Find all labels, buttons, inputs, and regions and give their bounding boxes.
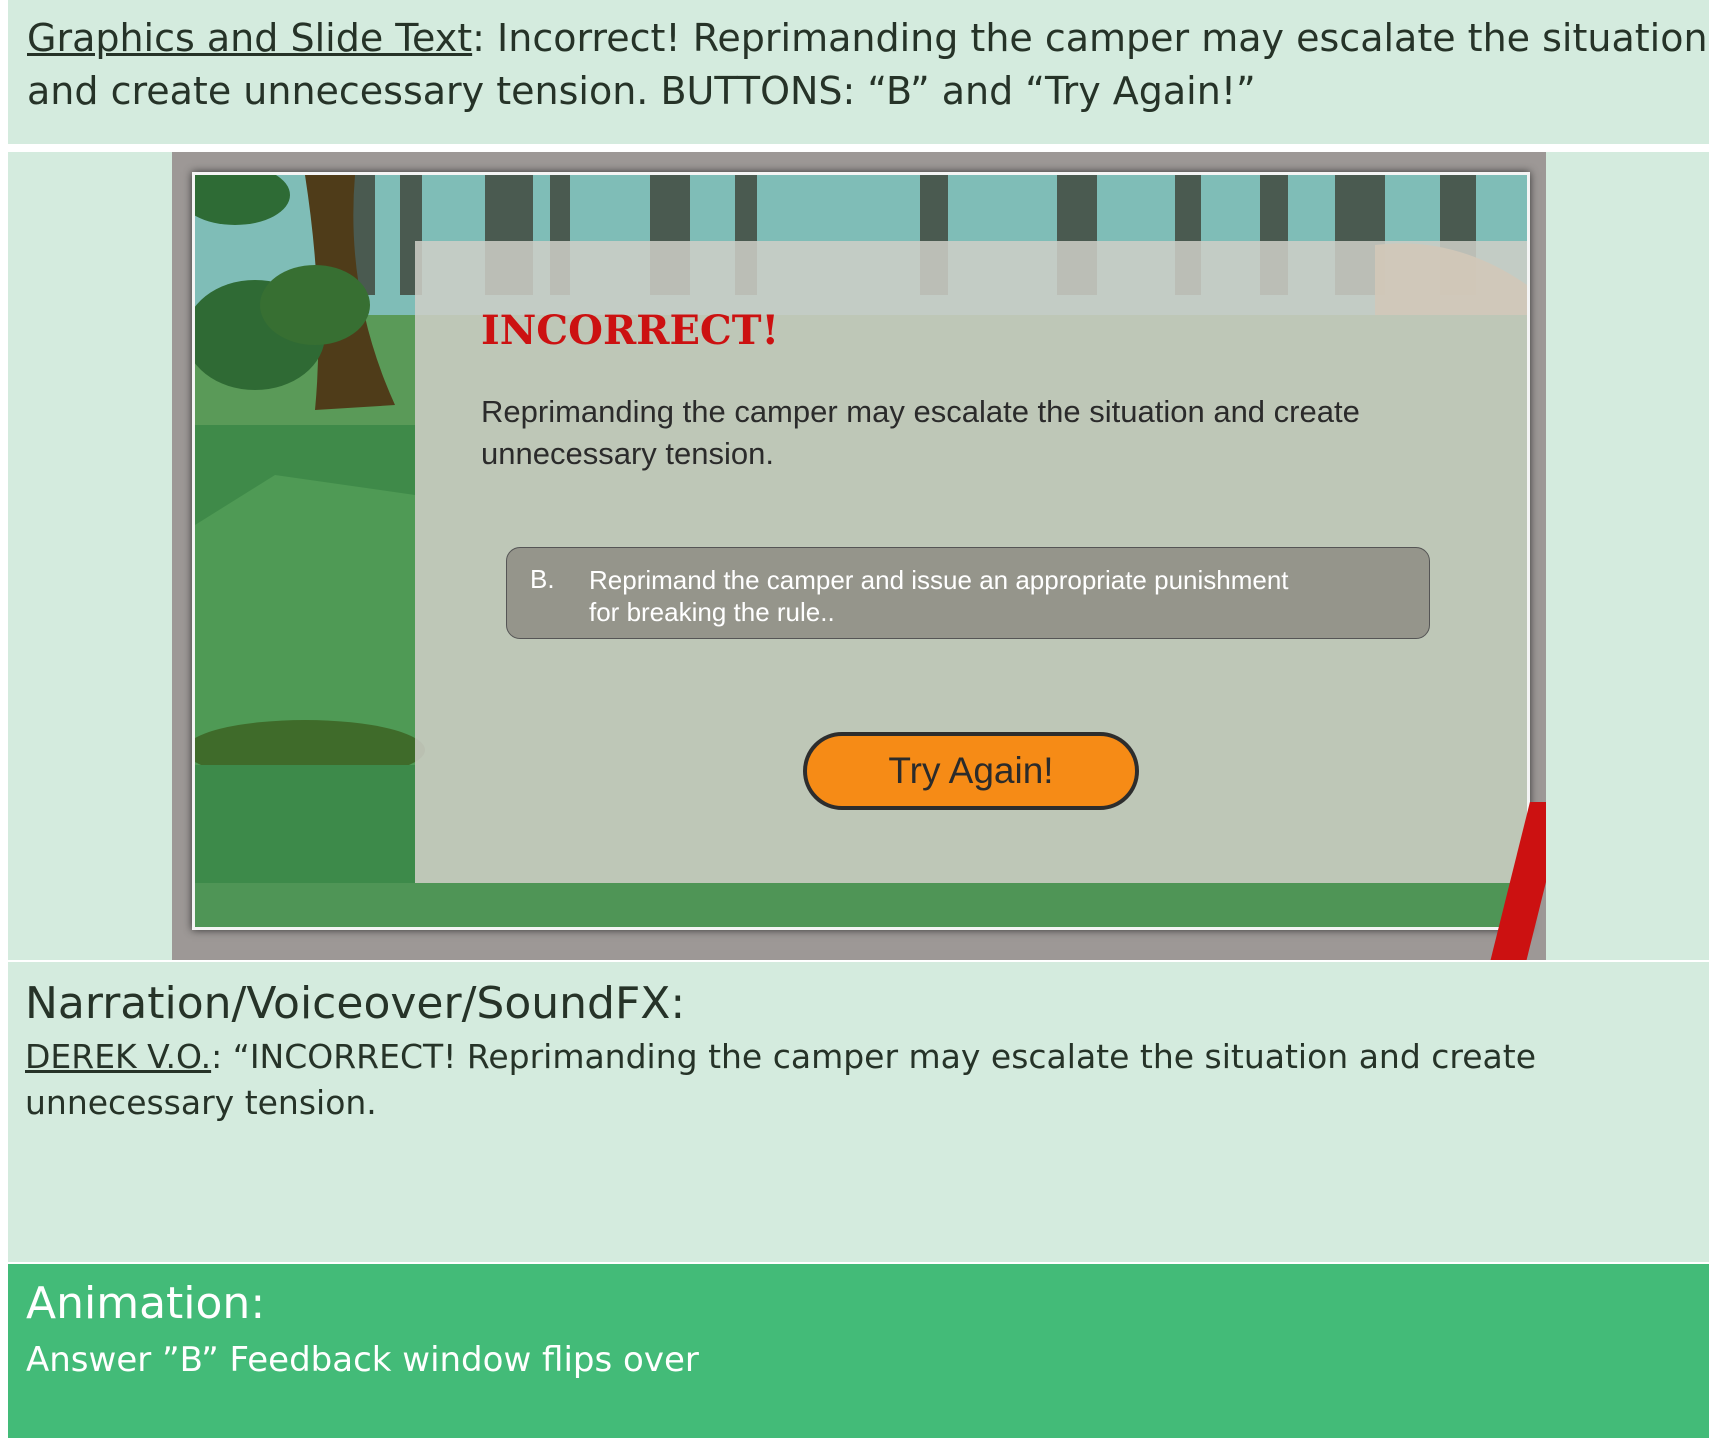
try-again-button[interactable]: Try Again!	[803, 732, 1139, 810]
graphics-section: Graphics and Slide Text: Incorrect! Repr…	[8, 0, 1709, 144]
narration-section: Narration/Voiceover/SoundFX: DEREK V.O.:…	[8, 962, 1709, 1262]
feedback-panel: INCORRECT! Reprimanding the camper may e…	[415, 241, 1527, 883]
animation-header: Animation:	[26, 1278, 266, 1329]
feedback-title: INCORRECT!	[481, 307, 780, 354]
narration-text: DEREK V.O.: “INCORRECT! Reprimanding the…	[25, 1034, 1709, 1126]
narration-header: Narration/Voiceover/SoundFX:	[25, 978, 686, 1029]
answer-b-option[interactable]: B. Reprimand the camper and issue an app…	[506, 547, 1430, 639]
narration-colon: :	[211, 1037, 223, 1076]
answer-letter: B.	[530, 564, 555, 594]
answer-text: Reprimand the camper and issue an approp…	[589, 565, 1289, 627]
slide-screenshot: INCORRECT! Reprimanding the camper may e…	[172, 152, 1546, 960]
animation-text: Answer ”B” Feedback window flips over	[26, 1340, 699, 1380]
graphics-colon: :	[472, 16, 485, 60]
slide-frame: INCORRECT! Reprimanding the camper may e…	[192, 172, 1530, 930]
animation-section: Animation: Answer ”B” Feedback window fl…	[8, 1264, 1709, 1438]
graphics-header: Graphics and Slide Text	[27, 16, 473, 60]
graphics-text: Graphics and Slide Text: Incorrect! Repr…	[27, 12, 1709, 118]
narration-speaker: DEREK V.O.	[25, 1037, 212, 1076]
narration-line: “INCORRECT! Reprimanding the camper may …	[25, 1037, 1537, 1122]
feedback-message: Reprimanding the camper may escalate the…	[481, 394, 1360, 471]
